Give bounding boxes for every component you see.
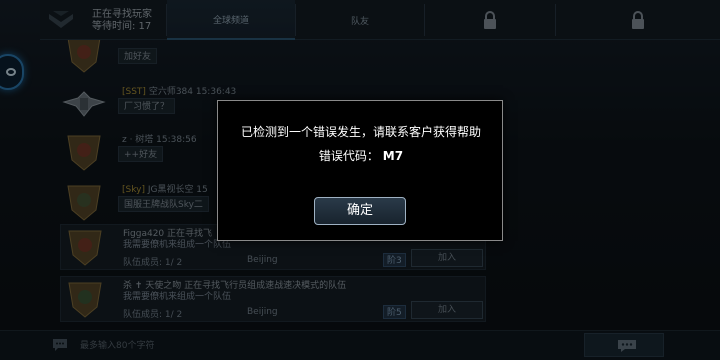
error-message: 已检测到一个错误发生，请联系客户获得帮助 [240,125,481,139]
confirm-button[interactable]: 确定 [314,197,406,225]
error-code-line: 错误代码： M7 [218,147,504,164]
error-code-label: 错误代码： [318,149,379,163]
error-dialog: 已检测到一个错误发生，请联系客户获得帮助 错误代码： M7 确定 [217,100,503,241]
game-lobby-screen: 正在寻找玩家 等待时间: 17 全球频道 队友 加好友 [SST] 空六师384… [0,0,720,360]
error-code-value: M7 [382,149,404,163]
